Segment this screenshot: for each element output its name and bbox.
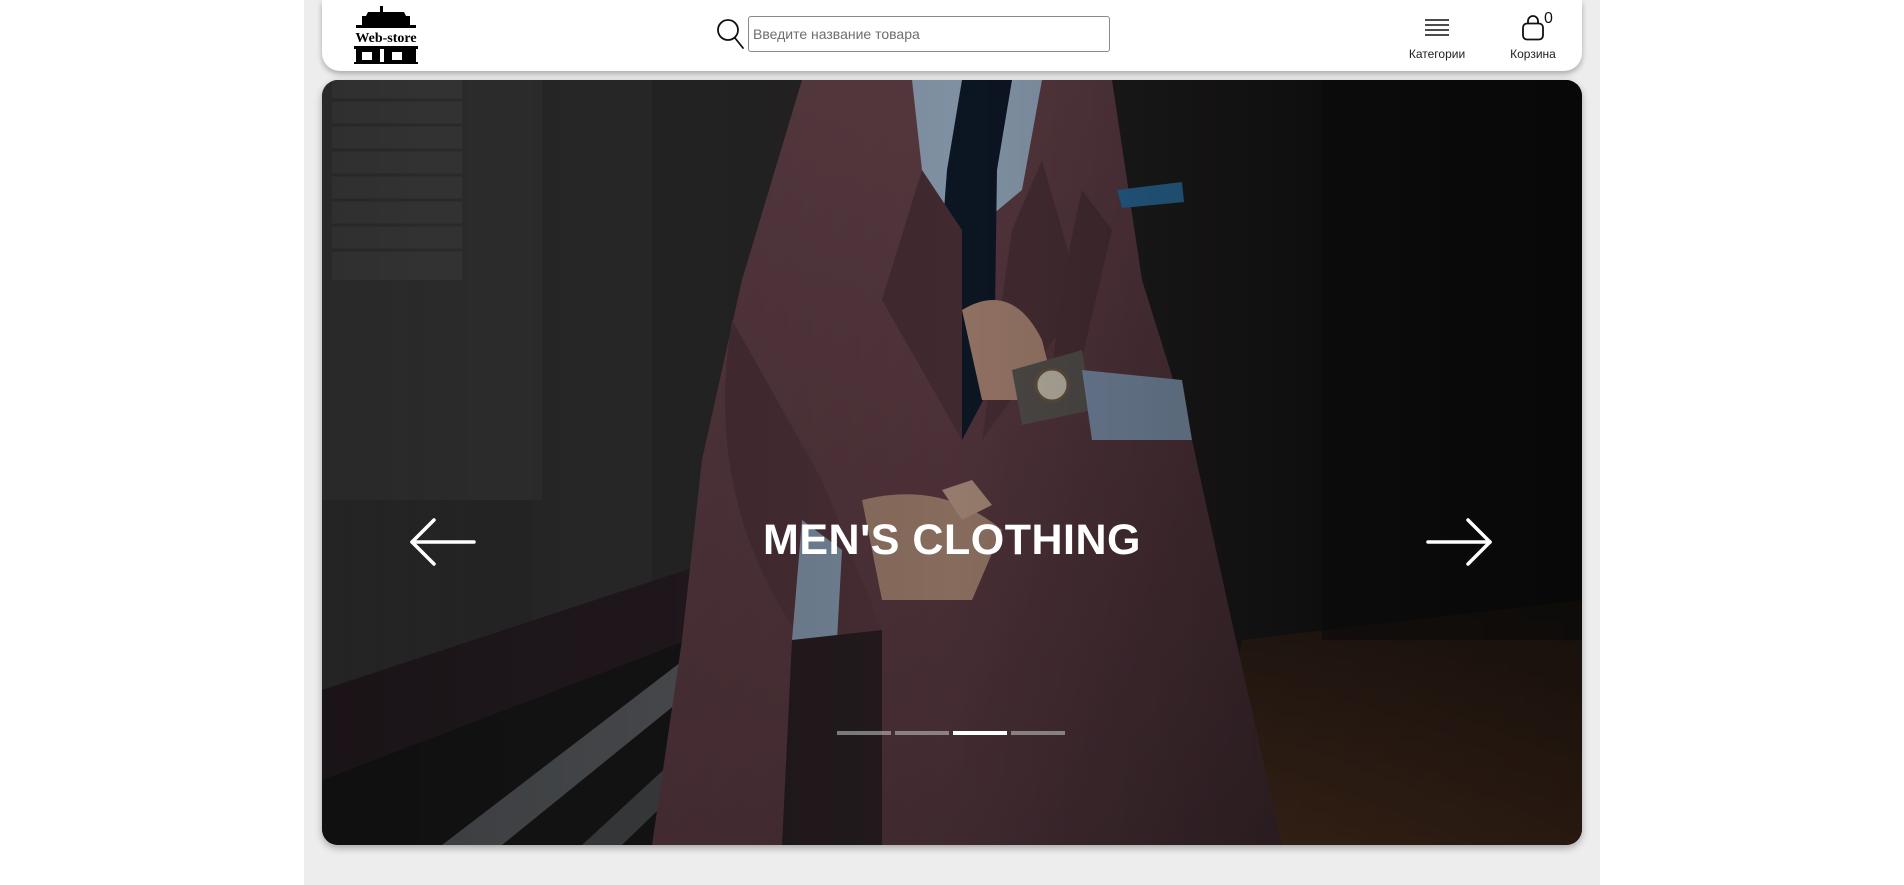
- cart-count-badge: 0: [1544, 10, 1553, 27]
- categories-button[interactable]: Категории: [1399, 14, 1475, 61]
- logo-text: Web-store: [355, 31, 416, 46]
- slider-dot-2[interactable]: [895, 731, 949, 735]
- menu-icon: [1422, 14, 1452, 42]
- cart-label: Корзина: [1510, 47, 1556, 61]
- slider-pagination: [837, 731, 1065, 735]
- slide-title: MEN'S CLOTHING: [763, 516, 1141, 564]
- arrow-right-icon[interactable]: [1422, 512, 1498, 572]
- site-logo[interactable]: Web-store: [348, 6, 424, 64]
- arrow-left-icon[interactable]: [404, 512, 480, 572]
- search-icon[interactable]: [716, 18, 746, 50]
- categories-label: Категории: [1408, 47, 1466, 61]
- cart-button[interactable]: Корзина: [1488, 14, 1578, 61]
- slider-dot-3[interactable]: [953, 731, 1007, 735]
- slider-dot-1[interactable]: [837, 731, 891, 735]
- slider-dot-4[interactable]: [1011, 731, 1065, 735]
- site-header: Web-store Категории: [322, 0, 1582, 71]
- search-input[interactable]: [748, 16, 1110, 52]
- hero-slider: MEN'S CLOTHING: [322, 80, 1582, 845]
